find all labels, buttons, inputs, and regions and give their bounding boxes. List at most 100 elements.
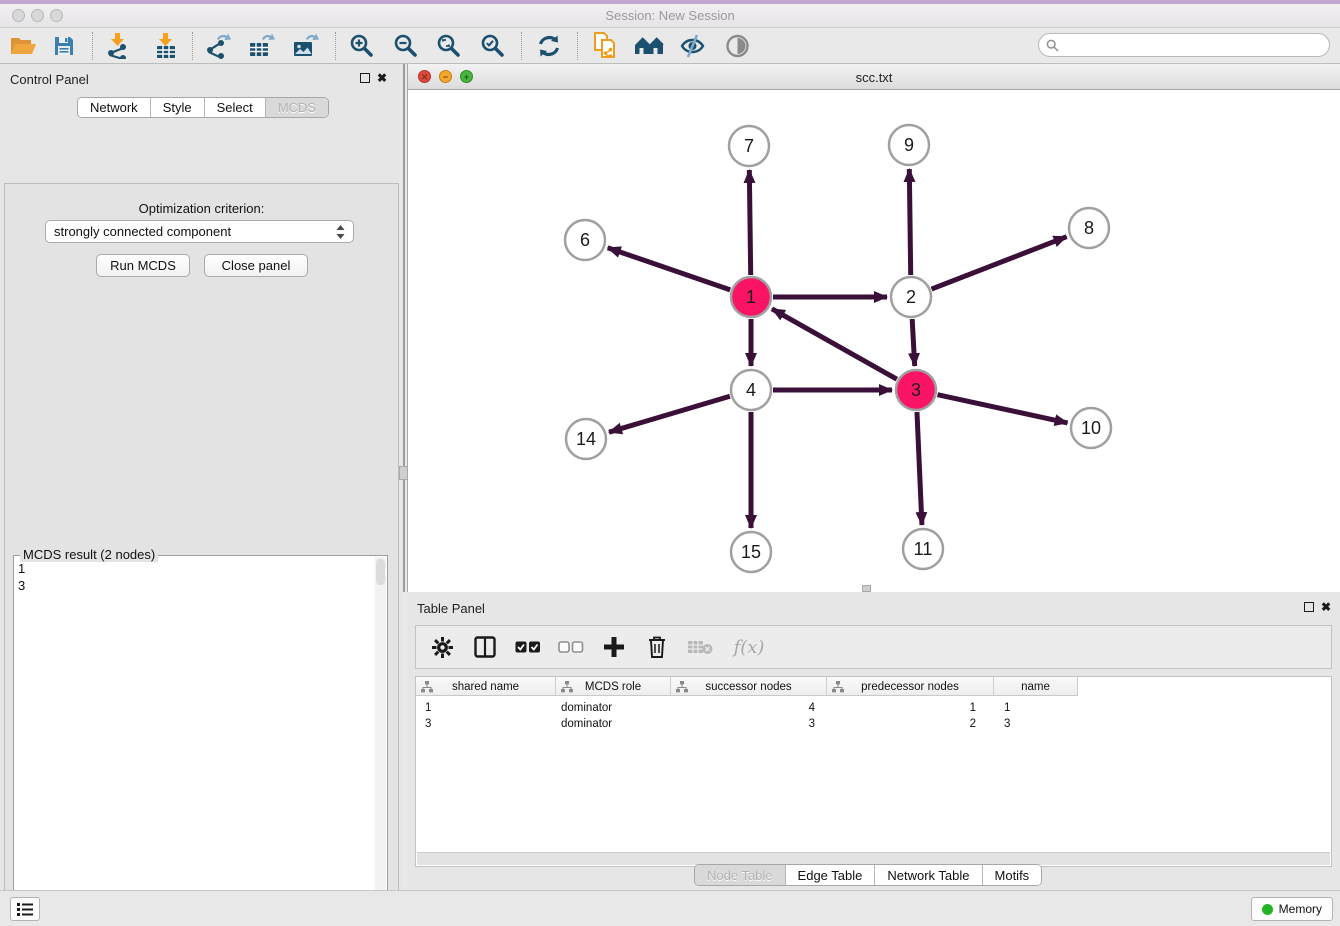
graph-node-label: 8 xyxy=(1084,218,1094,238)
zoom-fit-icon[interactable] xyxy=(430,31,468,61)
table-header-row: shared name MCDS role successor nodes pr… xyxy=(416,677,1078,696)
tab-edge-table[interactable]: Edge Table xyxy=(786,865,876,885)
table-tabs: Node Table Edge Table Network Table Moti… xyxy=(694,864,1042,886)
search-icon xyxy=(1046,39,1059,52)
graph-node-label: 10 xyxy=(1081,418,1101,438)
cell-successor-nodes: 4 xyxy=(671,700,827,716)
function-builder-icon[interactable]: f(x) xyxy=(729,633,769,661)
node-table: shared name MCDS role successor nodes pr… xyxy=(415,676,1332,867)
close-panel-icon[interactable]: ✖ xyxy=(377,71,387,85)
result-line: 3 xyxy=(18,577,25,594)
memory-button[interactable]: Memory xyxy=(1251,897,1333,921)
attribute-icon xyxy=(421,681,433,693)
column-header-successor-nodes[interactable]: successor nodes xyxy=(671,677,827,696)
tab-network-table[interactable]: Network Table xyxy=(875,865,982,885)
save-session-icon[interactable] xyxy=(45,31,83,61)
network-bottom-grip[interactable] xyxy=(862,585,871,592)
column-header-mcds-role[interactable]: MCDS role xyxy=(556,677,671,696)
run-mcds-button[interactable]: Run MCDS xyxy=(96,254,190,277)
zoom-selected-icon[interactable] xyxy=(474,31,512,61)
cell-mcds-role: dominator xyxy=(556,716,671,732)
graph-node-label: 3 xyxy=(911,380,921,400)
export-image-icon[interactable] xyxy=(286,31,324,61)
network-overview-icon[interactable] xyxy=(630,31,668,61)
graph-node-label: 4 xyxy=(746,380,756,400)
cell-predecessor-nodes: 2 xyxy=(827,716,994,732)
tab-network[interactable]: Network xyxy=(78,98,151,117)
float-panel-icon[interactable] xyxy=(360,73,370,83)
delete-columns-icon[interactable] xyxy=(643,633,671,661)
graph-edge-1-7[interactable] xyxy=(749,170,750,275)
search-field[interactable] xyxy=(1038,33,1330,57)
column-header-predecessor-nodes[interactable]: predecessor nodes xyxy=(827,677,994,696)
graph-edge-2-3[interactable] xyxy=(912,319,915,366)
hide-graphics-details-icon[interactable] xyxy=(673,31,711,61)
attribute-icon xyxy=(676,681,688,693)
attribute-icon xyxy=(561,681,573,693)
mcds-panel: Optimization criterion: strongly connect… xyxy=(4,183,399,926)
delete-table-icon[interactable] xyxy=(686,633,714,661)
add-column-icon[interactable] xyxy=(600,633,628,661)
tab-style[interactable]: Style xyxy=(151,98,205,117)
optimization-criterion-select[interactable]: strongly connected component xyxy=(45,220,354,243)
graph-node-label: 11 xyxy=(914,539,933,559)
table-close-icon[interactable]: ✖ xyxy=(1321,600,1331,614)
result-scrollbar[interactable] xyxy=(375,557,386,926)
tab-mcds[interactable]: MCDS xyxy=(266,98,328,117)
graph-edge-2-8[interactable] xyxy=(932,237,1067,289)
network-graph[interactable]: 7968124314101511 xyxy=(408,90,1340,592)
table-options-icon[interactable] xyxy=(428,633,456,661)
panel-divider[interactable] xyxy=(403,64,405,592)
attribute-icon xyxy=(832,681,844,693)
close-panel-button[interactable]: Close panel xyxy=(204,254,308,277)
optimization-criterion-label: Optimization criterion: xyxy=(5,201,398,216)
cell-predecessor-nodes: 1 xyxy=(827,700,994,716)
search-input[interactable] xyxy=(1063,37,1329,53)
column-header-name[interactable]: name xyxy=(994,677,1078,696)
cell-shared-name: 3 xyxy=(416,716,556,732)
cell-mcds-role: dominator xyxy=(556,700,671,716)
table-row[interactable]: 3 dominator 3 2 3 xyxy=(416,716,1078,732)
graph-edge-3-10[interactable] xyxy=(937,395,1067,423)
open-session-icon[interactable] xyxy=(4,31,42,61)
clone-network-icon[interactable] xyxy=(586,31,624,61)
graph-node-label: 15 xyxy=(741,542,761,562)
deselect-all-rows-icon[interactable] xyxy=(557,633,585,661)
table-float-icon[interactable] xyxy=(1304,602,1314,612)
show-columns-icon[interactable] xyxy=(471,633,499,661)
graph-node-label: 1 xyxy=(746,287,756,307)
mcds-result-box: MCDS result (2 nodes) 1 3 xyxy=(13,555,388,926)
control-panel-title: Control Panel xyxy=(10,72,89,87)
export-table-icon[interactable] xyxy=(242,31,280,61)
refresh-layout-icon[interactable] xyxy=(530,31,568,61)
memory-label: Memory xyxy=(1279,902,1322,916)
graph-node-label: 6 xyxy=(580,230,590,250)
graph-edge-3-1[interactable] xyxy=(772,309,897,379)
show-graphics-details-icon[interactable] xyxy=(718,31,756,61)
export-network-icon[interactable] xyxy=(199,31,237,61)
zoom-in-icon[interactable] xyxy=(343,31,381,61)
graph-edge-2-9[interactable] xyxy=(909,169,910,275)
tab-motifs[interactable]: Motifs xyxy=(983,865,1042,885)
table-panel: Table Panel ✖ xyxy=(407,592,1340,890)
table-row[interactable]: 1 dominator 4 1 1 xyxy=(416,700,1078,716)
select-all-rows-icon[interactable] xyxy=(514,633,542,661)
import-table-icon[interactable] xyxy=(147,31,185,61)
network-titlebar[interactable]: ✕ − + scc.txt xyxy=(408,64,1340,90)
tab-select[interactable]: Select xyxy=(205,98,266,117)
tab-node-table[interactable]: Node Table xyxy=(695,865,786,885)
task-history-button[interactable] xyxy=(10,897,40,921)
import-network-icon[interactable] xyxy=(99,31,137,61)
memory-status-dot xyxy=(1262,904,1273,915)
application-window: Session: New Session xyxy=(0,0,1340,926)
zoom-out-icon[interactable] xyxy=(387,31,425,61)
column-header-shared-name[interactable]: shared name xyxy=(416,677,556,696)
main-toolbar xyxy=(0,28,1340,64)
graph-edge-4-14[interactable] xyxy=(609,396,730,432)
graph-edge-3-11[interactable] xyxy=(917,412,922,525)
window-top-edge xyxy=(0,0,1340,4)
network-title: scc.txt xyxy=(408,70,1340,85)
graph-edge-1-6[interactable] xyxy=(608,248,730,290)
selected-criterion: strongly connected component xyxy=(54,224,231,239)
mcds-result-text[interactable]: 1 3 xyxy=(18,560,25,594)
